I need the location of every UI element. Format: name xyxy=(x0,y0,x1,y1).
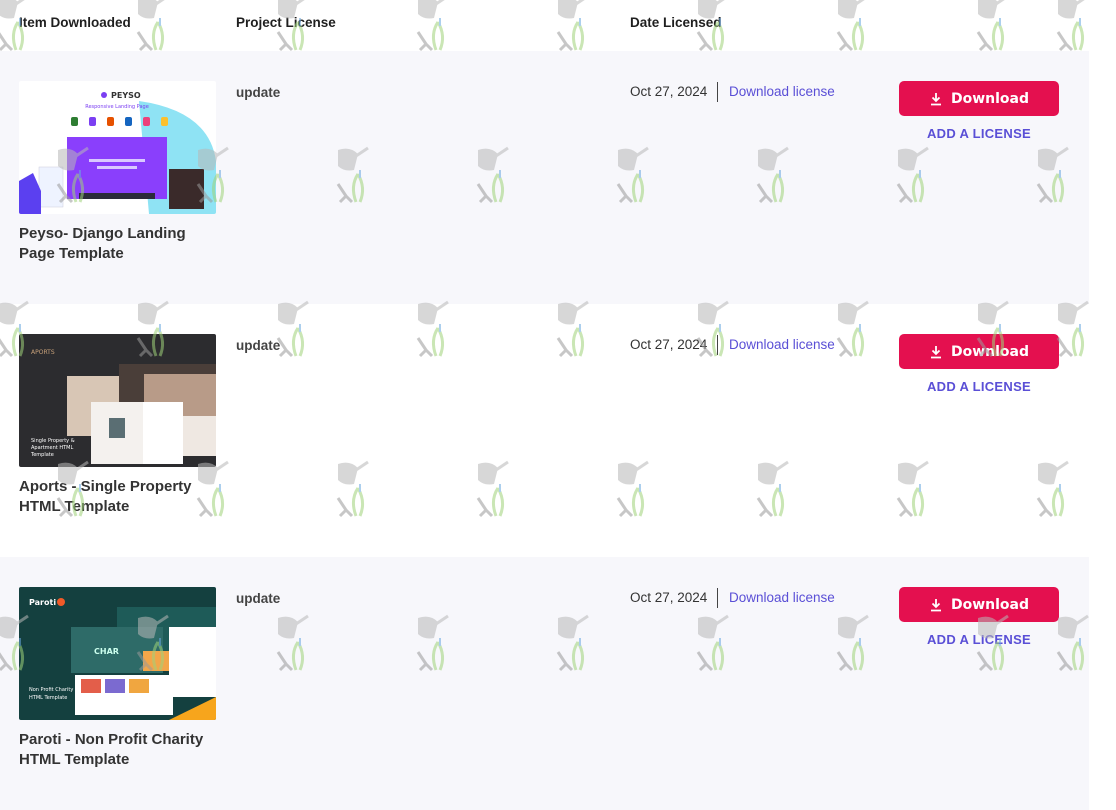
download-icon xyxy=(930,92,941,105)
download-button[interactable]: Download xyxy=(899,587,1059,622)
project-license: update xyxy=(236,85,281,100)
header-item-downloaded: Item Downloaded xyxy=(19,15,131,30)
item-thumbnail[interactable]: PEYSO Responsive Landing Page xyxy=(19,81,216,214)
download-icon xyxy=(930,598,941,611)
divider xyxy=(717,82,718,102)
add-a-license-link[interactable]: ADD A LICENSE xyxy=(899,379,1059,394)
download-button[interactable]: Download xyxy=(899,81,1059,116)
divider xyxy=(717,335,718,355)
divider xyxy=(717,588,718,608)
download-button-label: Download xyxy=(950,343,1030,360)
table-row: Paroti CHAR Non Profit Charity HTML Temp… xyxy=(0,557,1089,810)
download-license-link[interactable]: Download license xyxy=(729,337,835,352)
table-row: PEYSO Responsive Landing Page Peyso- Dja… xyxy=(0,51,1089,304)
thumb-brand: Paroti xyxy=(29,598,56,607)
svg-text:CHAR: CHAR xyxy=(94,647,119,656)
project-license: update xyxy=(236,338,281,353)
download-button-label: Download xyxy=(950,596,1030,613)
thumb-brand: PEYSO xyxy=(111,91,141,100)
table-row: APORTS Single Property & Apartment HTML … xyxy=(0,304,1089,557)
download-icon xyxy=(930,345,941,358)
download-license-link[interactable]: Download license xyxy=(729,590,835,605)
item-title[interactable]: Aports - Single Property HTML Template xyxy=(19,477,219,517)
add-a-license-link[interactable]: ADD A LICENSE xyxy=(899,632,1059,647)
header-date-licensed: Date Licensed xyxy=(630,15,722,30)
download-button[interactable]: Download xyxy=(899,334,1059,369)
thumb-subtitle: Responsive Landing Page xyxy=(85,104,149,110)
aports-preview-image: APORTS Single Property & Apartment HTML … xyxy=(19,334,216,467)
project-license: update xyxy=(236,591,281,606)
date-licensed: Oct 27, 2024 xyxy=(630,337,708,352)
add-a-license-link[interactable]: ADD A LICENSE xyxy=(899,126,1059,141)
download-button-label: Download xyxy=(950,90,1030,107)
item-title[interactable]: Peyso- Django Landing Page Template xyxy=(19,224,219,264)
peyso-preview-image: PEYSO Responsive Landing Page xyxy=(19,81,216,214)
item-title[interactable]: Paroti - Non Profit Charity HTML Templat… xyxy=(19,730,219,770)
item-thumbnail[interactable]: APORTS Single Property & Apartment HTML … xyxy=(19,334,216,467)
header-project-license: Project License xyxy=(236,15,336,30)
thumb-brand: APORTS xyxy=(31,349,55,356)
item-thumbnail[interactable]: Paroti CHAR Non Profit Charity HTML Temp… xyxy=(19,587,216,720)
download-license-link[interactable]: Download license xyxy=(729,84,835,99)
date-licensed: Oct 27, 2024 xyxy=(630,84,708,99)
paroti-preview-image: Paroti CHAR Non Profit Charity HTML Temp… xyxy=(19,587,216,720)
table-header: Item Downloaded Project License Date Lic… xyxy=(0,0,1089,50)
date-licensed: Oct 27, 2024 xyxy=(630,590,708,605)
